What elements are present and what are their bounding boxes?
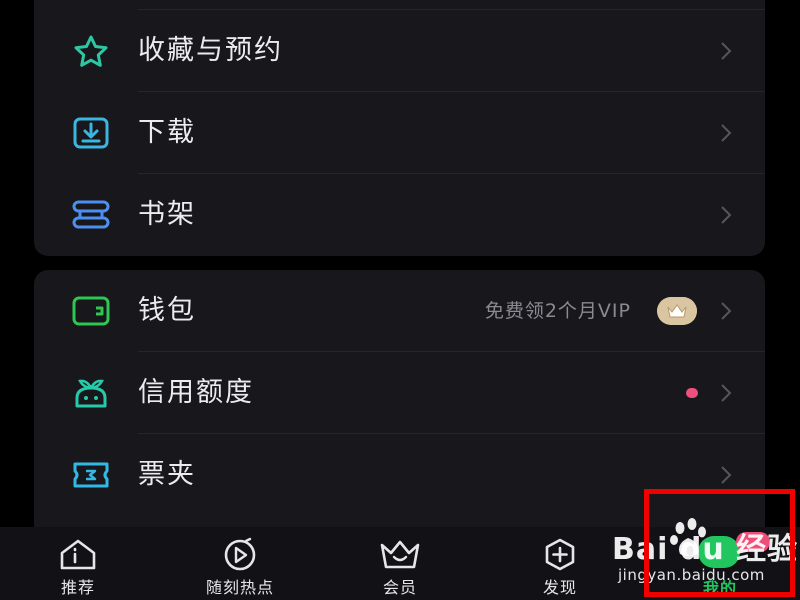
menu-item-label: 钱包	[138, 295, 196, 326]
star-icon	[74, 35, 108, 67]
chevron-right-icon	[721, 466, 732, 484]
credit-icon	[75, 379, 107, 408]
notification-dot	[686, 388, 698, 398]
crown-icon	[380, 540, 420, 569]
menu-item-label: 信用额度	[138, 377, 254, 408]
chevron-right-icon	[721, 384, 732, 402]
tab-hot[interactable]: 随刻热点	[190, 527, 290, 600]
tab-label: 会员	[382, 578, 417, 597]
menu-item-label: 收藏与预约	[138, 35, 283, 66]
tab-discover[interactable]: 发现	[520, 527, 600, 600]
home-icon	[60, 539, 96, 570]
menu-item-favorites[interactable]: 收藏与预约	[34, 10, 765, 92]
vip-crown-badge-icon	[657, 297, 697, 325]
play-icon	[224, 537, 256, 571]
download-icon	[73, 117, 109, 149]
highlight-annotation	[644, 489, 795, 597]
menu-item-label: 书架	[138, 199, 196, 230]
chevron-right-icon	[721, 124, 732, 142]
chevron-right-icon	[721, 42, 732, 60]
tab-label: 发现	[542, 578, 577, 597]
tab-vip[interactable]: 会员	[360, 527, 440, 600]
chevron-right-icon	[721, 206, 732, 224]
menu-item-credit[interactable]: 信用额度	[34, 352, 765, 434]
wallet-icon	[72, 296, 110, 326]
menu-item-wallet[interactable]: 钱包 免费领2个月VIP	[34, 270, 765, 352]
menu-card-top: 收藏与预约 下载 书架	[34, 0, 765, 256]
tab-label: 推荐	[60, 578, 95, 597]
tab-label: 随刻热点	[205, 578, 274, 597]
menu-item-download[interactable]: 下载	[34, 92, 765, 174]
vip-promo-text: 免费领2个月VIP	[484, 300, 631, 322]
add-icon	[545, 538, 575, 571]
tab-recommend[interactable]: 推荐	[38, 527, 118, 600]
menu-item-label: 下载	[138, 117, 196, 148]
bookshelf-icon	[72, 200, 110, 229]
chevron-right-icon	[721, 302, 732, 320]
menu-item-label: 票夹	[138, 459, 196, 490]
ticket-icon	[73, 462, 109, 488]
menu-item-bookshelf[interactable]: 书架	[34, 174, 765, 256]
